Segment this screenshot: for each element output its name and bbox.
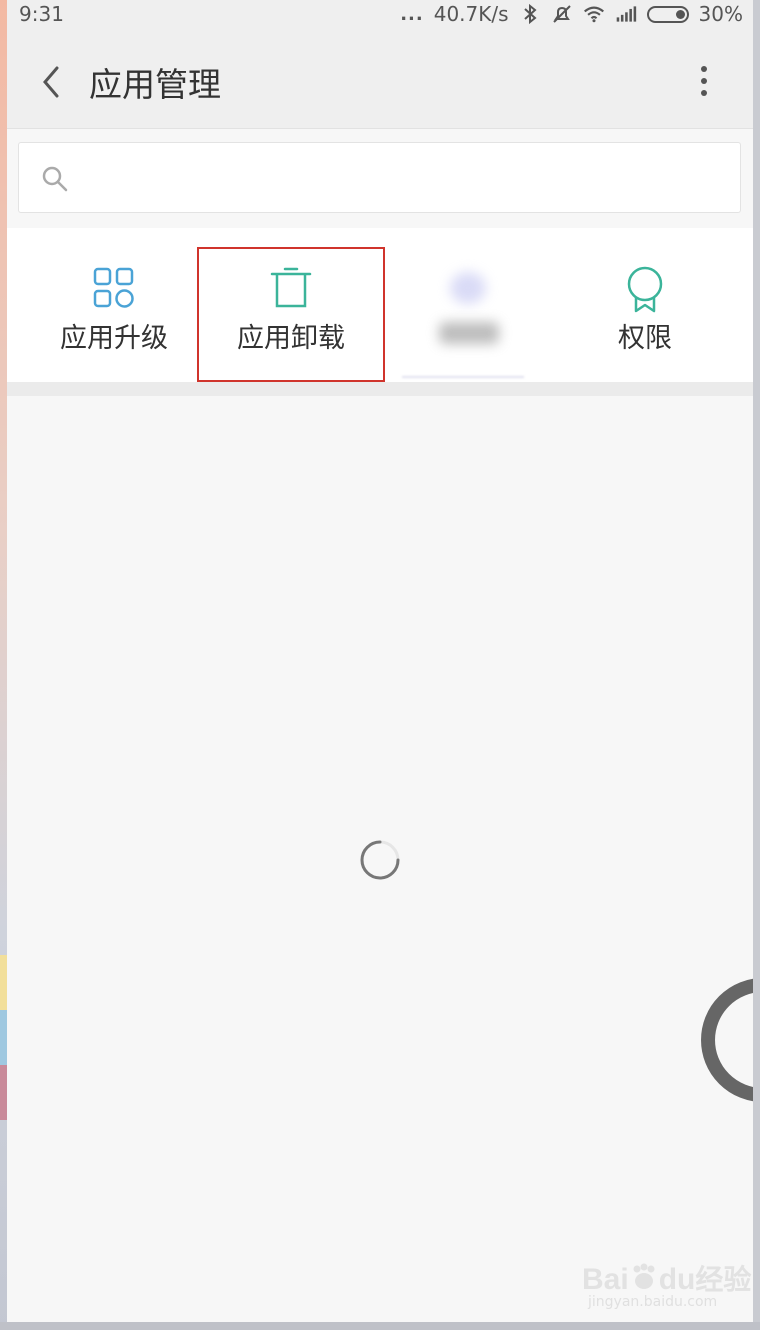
wifi-icon — [583, 6, 604, 23]
tool-label: 权限 — [618, 323, 672, 354]
paw-icon — [633, 1263, 655, 1289]
tool-permissions[interactable]: 权限 — [556, 228, 734, 382]
highlight-box — [197, 247, 385, 382]
watermark-brand: Bai — [582, 1263, 629, 1296]
watermark-url: jingyan.baidu.com — [588, 1294, 718, 1310]
watermark-brand-2: du — [658, 1263, 696, 1296]
right-edge — [753, 0, 760, 1330]
tool-app-upgrade[interactable]: 应用升级 — [25, 228, 203, 382]
back-button[interactable] — [37, 62, 67, 102]
status-time: 9:31 — [19, 2, 64, 26]
left-edge-strip — [0, 1065, 7, 1120]
signal-icon — [616, 6, 636, 22]
tool-label: 应用升级 — [60, 323, 168, 354]
left-edge-strip — [0, 1010, 7, 1065]
status-bar: 9:31 ... 40.7K/s 30% — [7, 0, 753, 32]
bluetooth-icon — [523, 3, 537, 25]
mute-icon — [552, 5, 571, 23]
net-speed: 40.7K/s — [433, 2, 509, 26]
loading-spinner-icon — [360, 840, 400, 880]
divider — [7, 382, 753, 396]
left-edge-strip — [0, 955, 7, 1010]
battery-icon — [646, 5, 689, 23]
page-title: 应用管理 — [89, 65, 221, 104]
floating-ring-icon — [701, 978, 753, 1102]
badge-icon — [627, 266, 663, 313]
tool-blurred[interactable] — [379, 228, 557, 382]
grid-icon — [93, 267, 134, 308]
app-header: 应用管理 — [7, 32, 753, 129]
app-screen: 9:31 ... 40.7K/s 30% 应用管理 应用升级 应用卸载 权限 B… — [7, 0, 753, 1322]
search-icon — [42, 166, 68, 192]
search-input[interactable] — [79, 157, 723, 199]
search-bar[interactable] — [18, 142, 741, 213]
watermark-suffix: 经验 — [695, 1263, 752, 1296]
bottom-edge — [0, 1322, 760, 1330]
status-right: ... 40.7K/s 30% — [400, 2, 743, 26]
tool-row: 应用升级 应用卸载 权限 — [7, 228, 753, 382]
left-edge — [0, 0, 7, 1330]
blurred-label — [439, 322, 499, 344]
baidu-watermark: Bai du经验 jingyan.baidu.com — [582, 1258, 752, 1310]
status-dots: ... — [400, 3, 424, 25]
blurred-icon — [450, 272, 486, 304]
tab-indicator — [402, 376, 524, 378]
battery-level: 30% — [698, 2, 743, 26]
more-vertical-icon[interactable] — [697, 66, 711, 100]
